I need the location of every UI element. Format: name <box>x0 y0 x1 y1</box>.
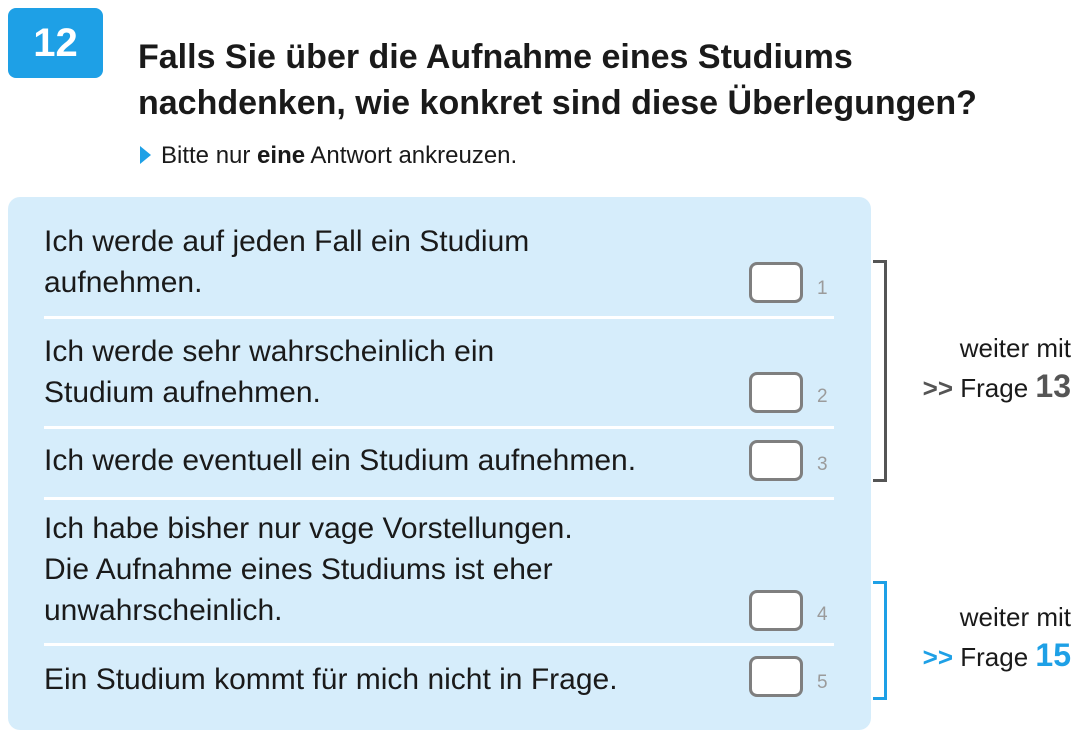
option-1-label: Ich werde auf jeden Fall ein Studium auf… <box>44 221 529 303</box>
routing-1-target: 13 <box>1035 368 1071 404</box>
routing-1-text: weiter mit <box>959 333 1071 363</box>
option-divider <box>44 497 834 500</box>
double-arrow-icon: >> <box>922 373 954 403</box>
option-2-line-1: Ich werde sehr wahrscheinlich ein <box>44 335 495 368</box>
routing-note-2: weiter mit >> Frage 15 <box>923 599 1071 677</box>
option-2-label: Ich werde sehr wahrscheinlich ein Studiu… <box>44 331 494 413</box>
option-2-checkbox[interactable] <box>749 372 803 413</box>
routing-2-frage: Frage <box>960 642 1029 672</box>
question-title: Falls Sie über die Aufnahme eines Studiu… <box>138 34 1058 126</box>
question-title-line-2: nachdenken, wie konkret sind diese Überl… <box>138 84 977 122</box>
option-3-checkbox[interactable] <box>749 440 803 481</box>
option-5-checkbox[interactable] <box>749 656 803 697</box>
option-3-line-1: Ich werde eventuell ein Studium aufnehme… <box>44 444 637 477</box>
routing-2-text: weiter mit <box>959 602 1071 632</box>
question-number-badge: 12 <box>8 8 103 78</box>
instruction: Bitte nur eine Antwort ankreuzen. <box>140 140 517 172</box>
option-5-line-1: Ein Studium kommt für mich nicht in Frag… <box>44 663 618 696</box>
instruction-bold: eine <box>257 142 306 169</box>
question-title-line-1: Falls Sie über die Aufnahme eines Studiu… <box>138 38 853 76</box>
option-4-code: 4 <box>817 604 828 625</box>
option-divider <box>44 316 834 319</box>
option-4-line-1: Ich habe bisher nur vage Vorstellungen. <box>44 512 573 545</box>
option-5-label: Ein Studium kommt für mich nicht in Frag… <box>44 659 618 700</box>
option-2-code: 2 <box>817 386 828 407</box>
option-3-label: Ich werde eventuell ein Studium aufnehme… <box>44 440 636 481</box>
option-1-code: 1 <box>817 278 828 299</box>
option-4-line-2: Die Aufnahme eines Studiums ist eher <box>44 553 553 586</box>
instruction-post: Antwort ankreuzen. <box>305 142 518 169</box>
option-1-line-2: aufnehmen. <box>44 266 203 299</box>
routing-note-1: weiter mit >> Frage 13 <box>923 330 1071 408</box>
double-arrow-icon: >> <box>922 642 954 672</box>
routing-bracket-1 <box>873 260 887 482</box>
option-divider <box>44 426 834 429</box>
option-divider <box>44 643 834 646</box>
option-4-label: Ich habe bisher nur vage Vorstellungen. … <box>44 508 573 631</box>
routing-2-target: 15 <box>1035 637 1071 673</box>
routing-bracket-2 <box>873 581 887 700</box>
option-5-code: 5 <box>817 672 828 693</box>
option-4-checkbox[interactable] <box>749 590 803 631</box>
routing-1-frage: Frage <box>960 373 1029 403</box>
option-1-line-1: Ich werde auf jeden Fall ein Studium <box>44 225 530 258</box>
option-1-checkbox[interactable] <box>749 262 803 303</box>
option-3-code: 3 <box>817 454 828 475</box>
play-arrow-icon <box>140 146 151 164</box>
option-2-line-2: Studium aufnehmen. <box>44 376 321 409</box>
instruction-pre: Bitte nur <box>161 142 258 169</box>
option-4-line-3: unwahrscheinlich. <box>44 594 283 627</box>
